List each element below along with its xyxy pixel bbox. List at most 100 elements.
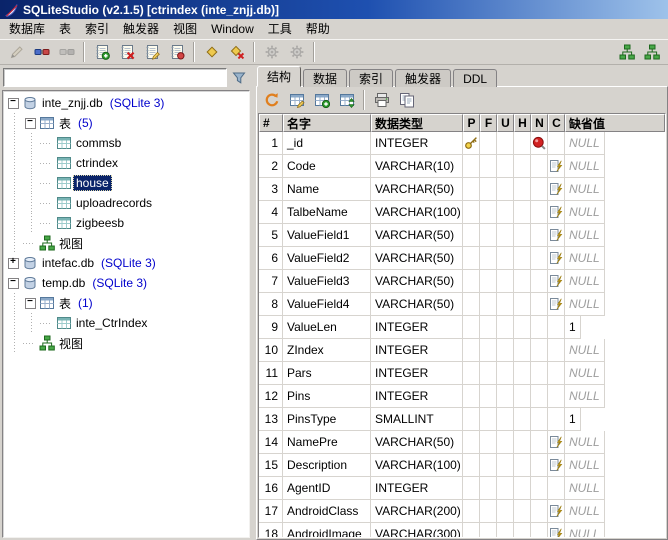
data-type-cell[interactable]: VARCHAR(200) <box>371 500 463 523</box>
row-number-cell[interactable]: 13 <box>259 408 283 431</box>
row-number-cell[interactable]: 9 <box>259 316 283 339</box>
default-value-cell[interactable]: NULL <box>565 477 605 500</box>
column-name-cell[interactable]: ValueField1 <box>283 224 371 247</box>
notnull-cell[interactable] <box>531 431 548 454</box>
default-value-cell[interactable]: NULL <box>565 385 605 408</box>
delete-index-button[interactable] <box>224 41 249 63</box>
table-row[interactable]: 9ValueLenINTEGER1 <box>259 316 665 339</box>
fk-cell[interactable] <box>480 316 497 339</box>
default-value-cell[interactable]: NULL <box>565 362 605 385</box>
data-type-cell[interactable]: VARCHAR(50) <box>371 270 463 293</box>
header-name[interactable]: 名字 <box>283 114 371 132</box>
row-number-cell[interactable]: 2 <box>259 155 283 178</box>
fk-cell[interactable] <box>480 408 497 431</box>
table-row[interactable]: 14NamePreVARCHAR(50)NULL <box>259 431 665 454</box>
collate-cell[interactable] <box>548 201 565 224</box>
notnull-cell[interactable] <box>531 293 548 316</box>
column-name-cell[interactable]: NamePre <box>283 431 371 454</box>
notnull-cell[interactable] <box>531 316 548 339</box>
table-row[interactable]: 6ValueField2VARCHAR(50)NULL <box>259 247 665 270</box>
row-number-cell[interactable]: 11 <box>259 362 283 385</box>
check-cell[interactable] <box>514 224 531 247</box>
pk-cell[interactable] <box>463 293 480 316</box>
collapse-icon[interactable]: − <box>23 293 37 313</box>
edit-table-meta-button[interactable] <box>139 41 164 63</box>
notnull-cell[interactable] <box>531 362 548 385</box>
table-row[interactable]: 10ZIndexINTEGERNULL <box>259 339 665 362</box>
data-type-cell[interactable]: VARCHAR(50) <box>371 224 463 247</box>
column-name-cell[interactable]: Description <box>283 454 371 477</box>
unique-cell[interactable] <box>497 201 514 224</box>
row-number-cell[interactable]: 17 <box>259 500 283 523</box>
sql-editor-button[interactable] <box>614 41 639 63</box>
table-row[interactable]: 8ValueField4VARCHAR(50)NULL <box>259 293 665 316</box>
collate-cell[interactable] <box>548 224 565 247</box>
data-type-cell[interactable]: VARCHAR(50) <box>371 431 463 454</box>
unique-cell[interactable] <box>497 339 514 362</box>
collate-cell[interactable] <box>548 431 565 454</box>
collate-cell[interactable] <box>548 454 565 477</box>
tab-triggers[interactable]: 触发器 <box>395 69 451 87</box>
fk-cell[interactable] <box>480 431 497 454</box>
header-collate[interactable]: C <box>548 114 565 132</box>
copy-table-button[interactable] <box>394 89 419 111</box>
unique-cell[interactable] <box>497 155 514 178</box>
add-column-button[interactable] <box>309 89 334 111</box>
check-cell[interactable] <box>514 454 531 477</box>
notnull-cell[interactable] <box>531 454 548 477</box>
pk-cell[interactable] <box>463 523 480 537</box>
check-cell[interactable] <box>514 431 531 454</box>
filter-button[interactable] <box>229 68 249 88</box>
fk-cell[interactable] <box>480 201 497 224</box>
unique-cell[interactable] <box>497 500 514 523</box>
notnull-cell[interactable] <box>531 247 548 270</box>
header-check[interactable]: H <box>514 114 531 132</box>
header-unique[interactable]: U <box>497 114 514 132</box>
data-type-cell[interactable]: VARCHAR(300) <box>371 523 463 537</box>
default-value-cell[interactable]: 1 <box>565 316 581 339</box>
expand-icon[interactable]: + <box>6 253 20 273</box>
column-name-cell[interactable]: ZIndex <box>283 339 371 362</box>
table-row[interactable]: 17AndroidClassVARCHAR(200)NULL <box>259 500 665 523</box>
pk-cell[interactable] <box>463 339 480 362</box>
collate-cell[interactable] <box>548 247 565 270</box>
default-value-cell[interactable]: NULL <box>565 500 605 523</box>
data-type-cell[interactable]: VARCHAR(10) <box>371 155 463 178</box>
tree-item[interactable]: house <box>3 173 249 193</box>
export-database-button[interactable] <box>164 41 189 63</box>
unique-cell[interactable] <box>497 293 514 316</box>
refresh-structure-button[interactable] <box>259 89 284 111</box>
row-number-cell[interactable]: 3 <box>259 178 283 201</box>
pk-cell[interactable] <box>463 132 480 155</box>
table-row[interactable]: 1_idINTEGERNULL <box>259 132 665 155</box>
unique-cell[interactable] <box>497 178 514 201</box>
menu-item[interactable]: 数据库 <box>2 18 52 40</box>
collate-cell[interactable] <box>548 178 565 201</box>
fk-cell[interactable] <box>480 132 497 155</box>
row-number-cell[interactable]: 1 <box>259 132 283 155</box>
menu-item[interactable]: 表 <box>52 18 78 40</box>
table-row[interactable]: 12PinsINTEGERNULL <box>259 385 665 408</box>
tab-indexes[interactable]: 索引 <box>349 69 393 87</box>
data-type-cell[interactable]: INTEGER <box>371 477 463 500</box>
tree-item[interactable]: +intefac.db(SQLite 3) <box>3 253 249 273</box>
unique-cell[interactable] <box>497 431 514 454</box>
check-cell[interactable] <box>514 178 531 201</box>
row-number-cell[interactable]: 6 <box>259 247 283 270</box>
collate-cell[interactable] <box>548 270 565 293</box>
notnull-cell[interactable] <box>531 385 548 408</box>
data-type-cell[interactable]: INTEGER <box>371 339 463 362</box>
check-cell[interactable] <box>514 201 531 224</box>
column-name-cell[interactable]: ValueLen <box>283 316 371 339</box>
column-name-cell[interactable]: Name <box>283 178 371 201</box>
check-cell[interactable] <box>514 132 531 155</box>
header-foreign-key[interactable]: F <box>480 114 497 132</box>
collapse-icon[interactable]: − <box>6 273 20 293</box>
check-cell[interactable] <box>514 316 531 339</box>
collate-cell[interactable] <box>548 408 565 431</box>
pk-cell[interactable] <box>463 362 480 385</box>
default-value-cell[interactable]: NULL <box>565 293 605 316</box>
notnull-cell[interactable] <box>531 523 548 537</box>
fk-cell[interactable] <box>480 247 497 270</box>
check-cell[interactable] <box>514 293 531 316</box>
